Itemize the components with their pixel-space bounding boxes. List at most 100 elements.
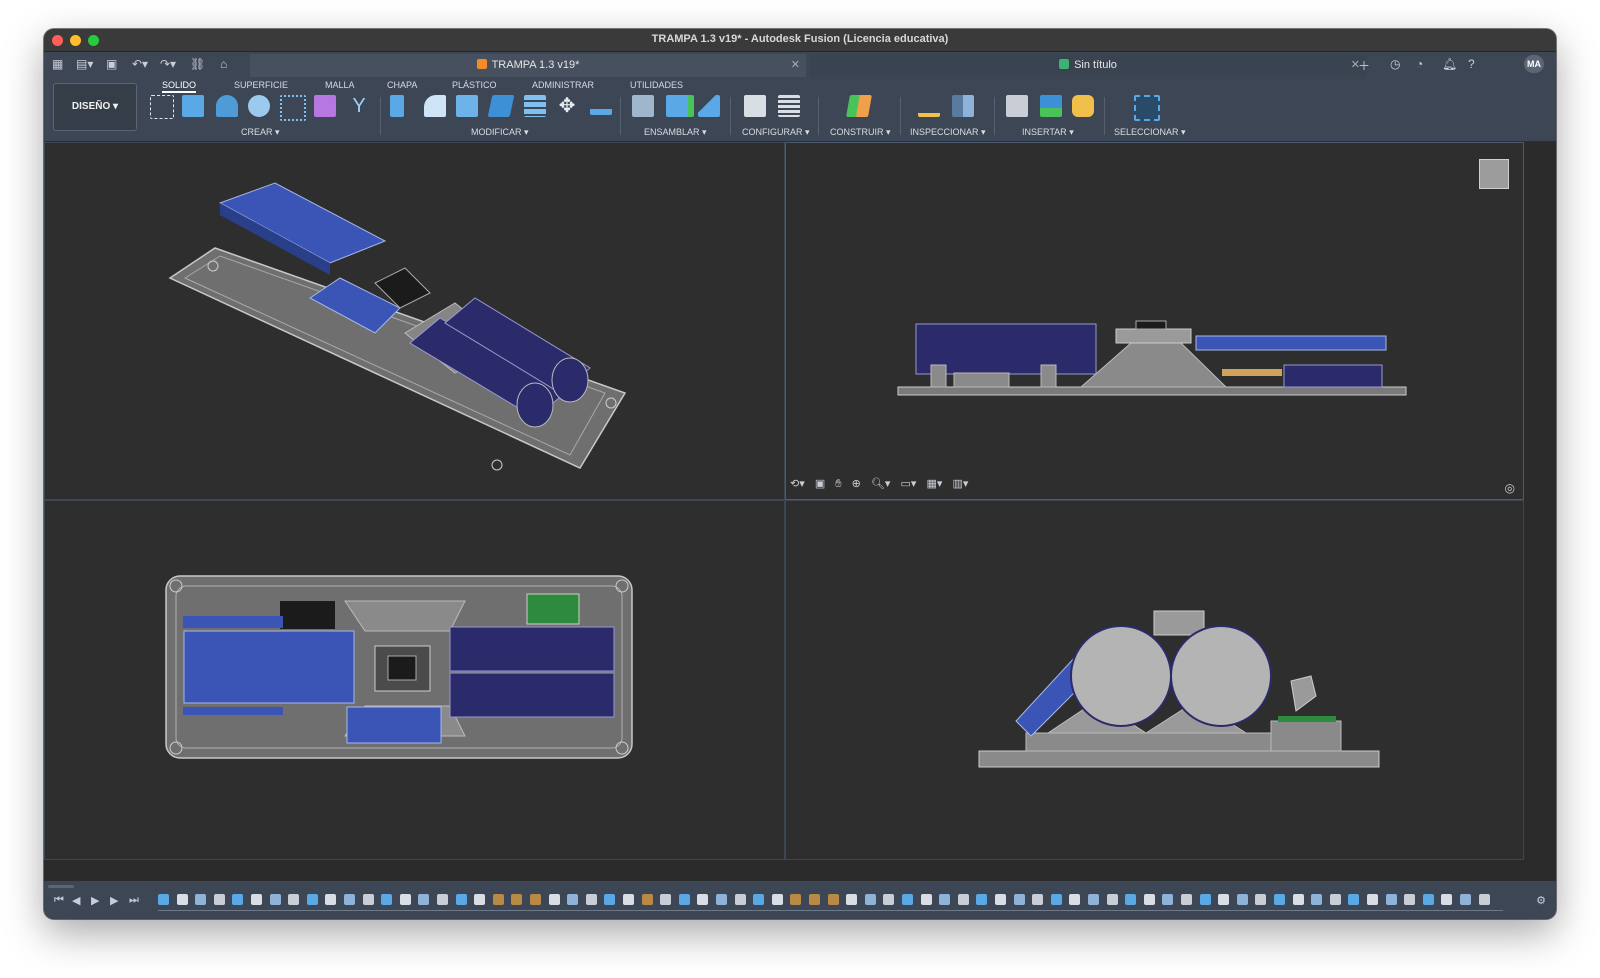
help-icon[interactable]: ?: [1468, 57, 1475, 71]
tab-administrar[interactable]: ADMINISTRAR: [532, 80, 594, 90]
tab-trampa[interactable]: TRAMPA 1.3 v19* ✕: [250, 54, 806, 77]
history-icon[interactable]: ◔: [1416, 57, 1423, 71]
timeline-feature[interactable]: [697, 894, 709, 905]
timeline-feature[interactable]: [1404, 894, 1416, 905]
timeline-feature[interactable]: [381, 894, 393, 905]
timeline-feature[interactable]: [176, 894, 188, 905]
timeline-feature[interactable]: [399, 894, 411, 905]
table-icon[interactable]: [778, 95, 800, 117]
timeline-feature[interactable]: [288, 894, 300, 905]
group-configurar[interactable]: CONFIGURAR ▾: [742, 127, 810, 138]
close-icon[interactable]: ✕: [791, 58, 800, 71]
form-icon[interactable]: [314, 95, 336, 117]
timeline-feature[interactable]: [1013, 894, 1025, 905]
timeline-feature[interactable]: [269, 894, 281, 905]
timeline-feature[interactable]: [1199, 894, 1211, 905]
redo-icon[interactable]: ↷▾: [160, 56, 176, 72]
timeline-feature[interactable]: [604, 894, 616, 905]
group-construir[interactable]: CONSTRUIR ▾: [830, 127, 891, 138]
timeline-feature[interactable]: [678, 894, 690, 905]
timeline-feature[interactable]: [1478, 894, 1490, 905]
timeline-feature[interactable]: [567, 894, 579, 905]
timeline-feature[interactable]: [1292, 894, 1304, 905]
first-icon[interactable]: ⏮︎: [54, 894, 64, 907]
view-cube[interactable]: [1479, 159, 1509, 189]
viewports-icon[interactable]: ▥▾: [952, 478, 968, 490]
timeline-feature[interactable]: [585, 894, 597, 905]
timeline-feature[interactable]: [306, 894, 318, 905]
timeline-feature[interactable]: [1255, 894, 1267, 905]
plus-icon[interactable]: ＋: [1358, 57, 1370, 74]
section-analysis-icon[interactable]: [952, 95, 974, 117]
timeline-feature[interactable]: [957, 894, 969, 905]
timeline-feature[interactable]: [641, 894, 653, 905]
timeline-feature[interactable]: [1162, 894, 1174, 905]
timeline-feature[interactable]: [809, 894, 820, 905]
insert-mcmaster-icon[interactable]: [1072, 95, 1094, 117]
link-icon[interactable]: ⛓: [190, 56, 205, 72]
timeline-feature[interactable]: [251, 894, 262, 905]
timeline-feature[interactable]: [418, 894, 430, 905]
new-component-icon[interactable]: [666, 95, 694, 117]
timeline-feature[interactable]: [1218, 894, 1230, 905]
insert-derive-icon[interactable]: [1006, 95, 1028, 117]
configure-icon[interactable]: [744, 95, 766, 117]
bell-icon[interactable]: 🔔︎: [1442, 57, 1457, 71]
timeline-feature[interactable]: [232, 894, 244, 905]
timeline-feature[interactable]: [846, 894, 858, 905]
look-at-icon[interactable]: ▣: [815, 478, 825, 490]
next-icon[interactable]: ▶︎: [110, 894, 118, 907]
group-insertar[interactable]: INSERTAR ▾: [1022, 127, 1074, 138]
timeline-feature[interactable]: [1348, 894, 1360, 905]
timeline-feature[interactable]: [995, 894, 1006, 905]
as-built-joint-icon[interactable]: [698, 95, 720, 117]
last-icon[interactable]: ⏭︎: [129, 894, 139, 907]
shell-icon[interactable]: [456, 95, 478, 117]
display-settings-icon[interactable]: ▭▾: [900, 478, 916, 490]
timeline-feature[interactable]: [1143, 894, 1155, 905]
timeline-feature[interactable]: [623, 894, 634, 905]
orbit-icon[interactable]: ⟲▾: [790, 478, 805, 490]
sketch-icon[interactable]: [150, 95, 174, 119]
zoom-icon[interactable]: 🔍︎▾: [871, 478, 891, 490]
previous-icon[interactable]: ◀︎: [72, 894, 80, 907]
timeline-feature[interactable]: [530, 894, 541, 905]
tab-superficie[interactable]: SUPERFICIE: [234, 80, 288, 90]
timeline-feature[interactable]: [864, 894, 876, 905]
timeline-feature[interactable]: [939, 894, 951, 905]
home-icon[interactable]: ⌂: [220, 56, 227, 72]
avatar[interactable]: MA: [1524, 55, 1544, 73]
canvas-icon[interactable]: [1040, 95, 1062, 117]
pattern-icon[interactable]: [280, 95, 306, 121]
timeline-feature[interactable]: [1106, 894, 1118, 905]
extrude-icon[interactable]: [182, 95, 204, 117]
timeline-feature[interactable]: [753, 894, 765, 905]
timeline-feature[interactable]: [902, 894, 913, 905]
timeline-feature[interactable]: [437, 894, 448, 905]
clock-icon[interactable]: ◷: [1390, 57, 1400, 71]
file-icon[interactable]: ▤▾: [76, 56, 93, 72]
select-icon[interactable]: [1134, 95, 1160, 121]
timeline-feature[interactable]: [362, 894, 374, 905]
timeline-feature[interactable]: [195, 894, 207, 905]
timeline-feature[interactable]: [1329, 894, 1341, 905]
timeline-feature[interactable]: [1460, 894, 1471, 905]
timeline-feature[interactable]: [474, 894, 486, 905]
timeline-feature[interactable]: [734, 894, 746, 905]
press-pull-icon[interactable]: [390, 95, 404, 117]
timeline-feature[interactable]: [1088, 894, 1099, 905]
pan-icon[interactable]: ✋︎: [835, 478, 841, 490]
timeline-feature[interactable]: [1274, 894, 1285, 905]
timeline-feature[interactable]: [1032, 894, 1044, 905]
viewport-isometric[interactable]: [44, 142, 785, 538]
joint-icon[interactable]: [632, 95, 654, 117]
timeline-feature[interactable]: [511, 894, 523, 905]
timeline-feature[interactable]: [455, 894, 467, 905]
zoom-window-icon[interactable]: ⊕: [852, 478, 861, 490]
revolve-icon[interactable]: [216, 95, 238, 117]
grid-icon[interactable]: ▦▾: [926, 478, 942, 490]
timeline-feature[interactable]: [492, 894, 504, 905]
timeline-feature[interactable]: [1367, 894, 1378, 905]
viewport-top[interactable]: [44, 500, 785, 860]
tab-utilidades[interactable]: UTILIDADES: [630, 80, 683, 90]
